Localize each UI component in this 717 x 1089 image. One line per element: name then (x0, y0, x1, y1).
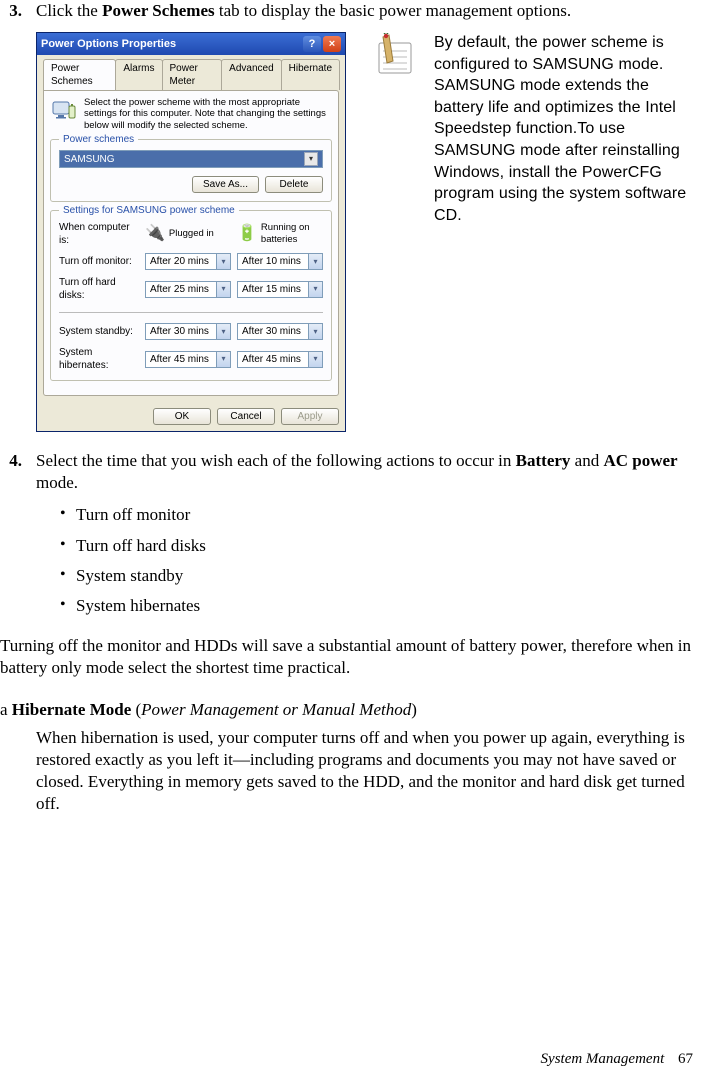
value: After 15 mins (242, 283, 301, 296)
col-plugged: 🔌 Plugged in (145, 224, 231, 245)
text: a (0, 700, 12, 719)
list-item: Turn off monitor (54, 504, 693, 526)
col-battery: 🔋 Running on batteries (237, 222, 323, 247)
chevron-down-icon: ▾ (216, 324, 230, 339)
monitor-battery-select[interactable]: After 10 mins ▾ (237, 253, 323, 270)
tab-advanced[interactable]: Advanced (221, 59, 281, 90)
step-3: 3. Click the Power Schemes tab to displa… (0, 0, 693, 22)
scheme-select[interactable]: SAMSUNG ▾ (59, 150, 323, 168)
tab-strip: Power Schemes Alarms Power Meter Advance… (37, 55, 345, 90)
value: After 30 mins (150, 325, 209, 338)
help-button[interactable]: ? (303, 36, 321, 52)
titlebar: Power Options Properties ? × (37, 33, 345, 55)
chevron-down-icon: ▾ (308, 352, 322, 367)
value: After 45 mins (150, 353, 209, 366)
chevron-down-icon: ▾ (308, 282, 322, 297)
notepad-icon (372, 32, 420, 80)
note: By default, the power scheme is configur… (372, 32, 693, 226)
subtitle-italic: Power Management or Manual Method (141, 700, 411, 719)
power-options-dialog: Power Options Properties ? × Power Schem… (36, 32, 346, 432)
step-number: 3. (0, 0, 22, 22)
list-item: System hibernates (54, 595, 693, 617)
action-bullets: Turn off monitor Turn off hard disks Sys… (54, 504, 693, 616)
section-name: System Management (541, 1051, 665, 1067)
cancel-button[interactable]: Cancel (217, 408, 275, 425)
chevron-down-icon: ▾ (308, 254, 322, 269)
figure-row: Power Options Properties ? × Power Schem… (36, 32, 693, 432)
step-text: Select the time that you wish each of th… (36, 450, 693, 494)
text: ) (411, 700, 417, 719)
step-number: 4. (0, 450, 22, 472)
row-label: System hibernates: (59, 346, 139, 372)
battery-icon: 🔋 (237, 224, 257, 245)
description-text: Select the power scheme with the most ap… (84, 97, 332, 131)
disks-battery-select[interactable]: After 15 mins ▾ (237, 281, 323, 298)
row-label: Turn off hard disks: (59, 276, 139, 302)
apply-button[interactable]: Apply (281, 408, 339, 425)
groupbox-title: Power schemes (59, 133, 138, 146)
tab-alarms[interactable]: Alarms (115, 59, 162, 90)
value: After 20 mins (150, 255, 209, 268)
standby-battery-select[interactable]: After 30 mins ▾ (237, 323, 323, 340)
standby-plugged-select[interactable]: After 30 mins ▾ (145, 323, 231, 340)
step-text: Click the Power Schemes tab to display t… (36, 0, 693, 22)
text: mode. (36, 473, 78, 492)
bold: Hibernate Mode (12, 700, 136, 719)
label: Plugged in (169, 228, 214, 240)
hibernate-battery-select[interactable]: After 45 mins ▾ (237, 351, 323, 368)
row-label: System standby: (59, 325, 139, 338)
monitor-plugged-select[interactable]: After 20 mins ▾ (145, 253, 231, 270)
chevron-down-icon: ▾ (304, 152, 318, 166)
ok-button[interactable]: OK (153, 408, 211, 425)
page-number: 67 (678, 1051, 693, 1067)
paragraph: Turning off the monitor and HDDs will sa… (0, 635, 693, 679)
scheme-description: Select the power scheme with the most ap… (50, 97, 332, 131)
value: After 30 mins (242, 325, 301, 338)
settings-group: Settings for SAMSUNG power scheme When c… (50, 210, 332, 381)
divider (59, 312, 323, 313)
tab-hibernate[interactable]: Hibernate (281, 59, 340, 90)
tab-power-schemes[interactable]: Power Schemes (43, 59, 116, 90)
row-label: Turn off monitor: (59, 255, 139, 268)
delete-button[interactable]: Delete (265, 176, 323, 193)
when-label: When computer is: (59, 221, 139, 247)
value: After 10 mins (242, 255, 301, 268)
hibernate-plugged-select[interactable]: After 45 mins ▾ (145, 351, 231, 368)
plug-icon: 🔌 (145, 224, 165, 245)
bold: AC power (603, 451, 677, 470)
tab-name-bold: Power Schemes (102, 1, 215, 20)
label: Running on batteries (261, 222, 323, 247)
close-button[interactable]: × (323, 36, 341, 52)
battery-monitor-icon (50, 97, 78, 125)
note-text: By default, the power scheme is configur… (434, 32, 693, 226)
dialog-footer: OK Cancel Apply (37, 402, 345, 431)
disks-plugged-select[interactable]: After 25 mins ▾ (145, 281, 231, 298)
save-as-button[interactable]: Save As... (192, 176, 259, 193)
hibernate-body: When hibernation is used, your computer … (36, 727, 693, 815)
settings-grid: When computer is: 🔌 Plugged in 🔋 Running… (59, 221, 323, 372)
chevron-down-icon: ▾ (216, 352, 230, 367)
step-4: 4. Select the time that you wish each of… (0, 450, 693, 494)
chevron-down-icon: ▾ (308, 324, 322, 339)
list-item: System standby (54, 565, 693, 587)
text: tab to display the basic power managemen… (215, 1, 571, 20)
hibernate-heading: a Hibernate Mode (Power Management or Ma… (0, 699, 693, 721)
groupbox-title: Settings for SAMSUNG power scheme (59, 204, 239, 217)
list-item: Turn off hard disks (54, 535, 693, 557)
value: After 45 mins (242, 353, 301, 366)
chevron-down-icon: ▾ (216, 282, 230, 297)
value: After 25 mins (150, 283, 209, 296)
bold: Battery (516, 451, 571, 470)
text: Select the time that you wish each of th… (36, 451, 516, 470)
chevron-down-icon: ▾ (216, 254, 230, 269)
text: and (570, 451, 603, 470)
window-title: Power Options Properties (41, 37, 176, 51)
text: Click the (36, 1, 102, 20)
power-schemes-group: Power schemes SAMSUNG ▾ Save As... Delet… (50, 139, 332, 202)
tab-power-meter[interactable]: Power Meter (162, 59, 223, 90)
tab-body: Select the power scheme with the most ap… (43, 90, 339, 396)
page-footer: System Management 67 (541, 1050, 693, 1070)
scheme-value: SAMSUNG (64, 153, 115, 166)
